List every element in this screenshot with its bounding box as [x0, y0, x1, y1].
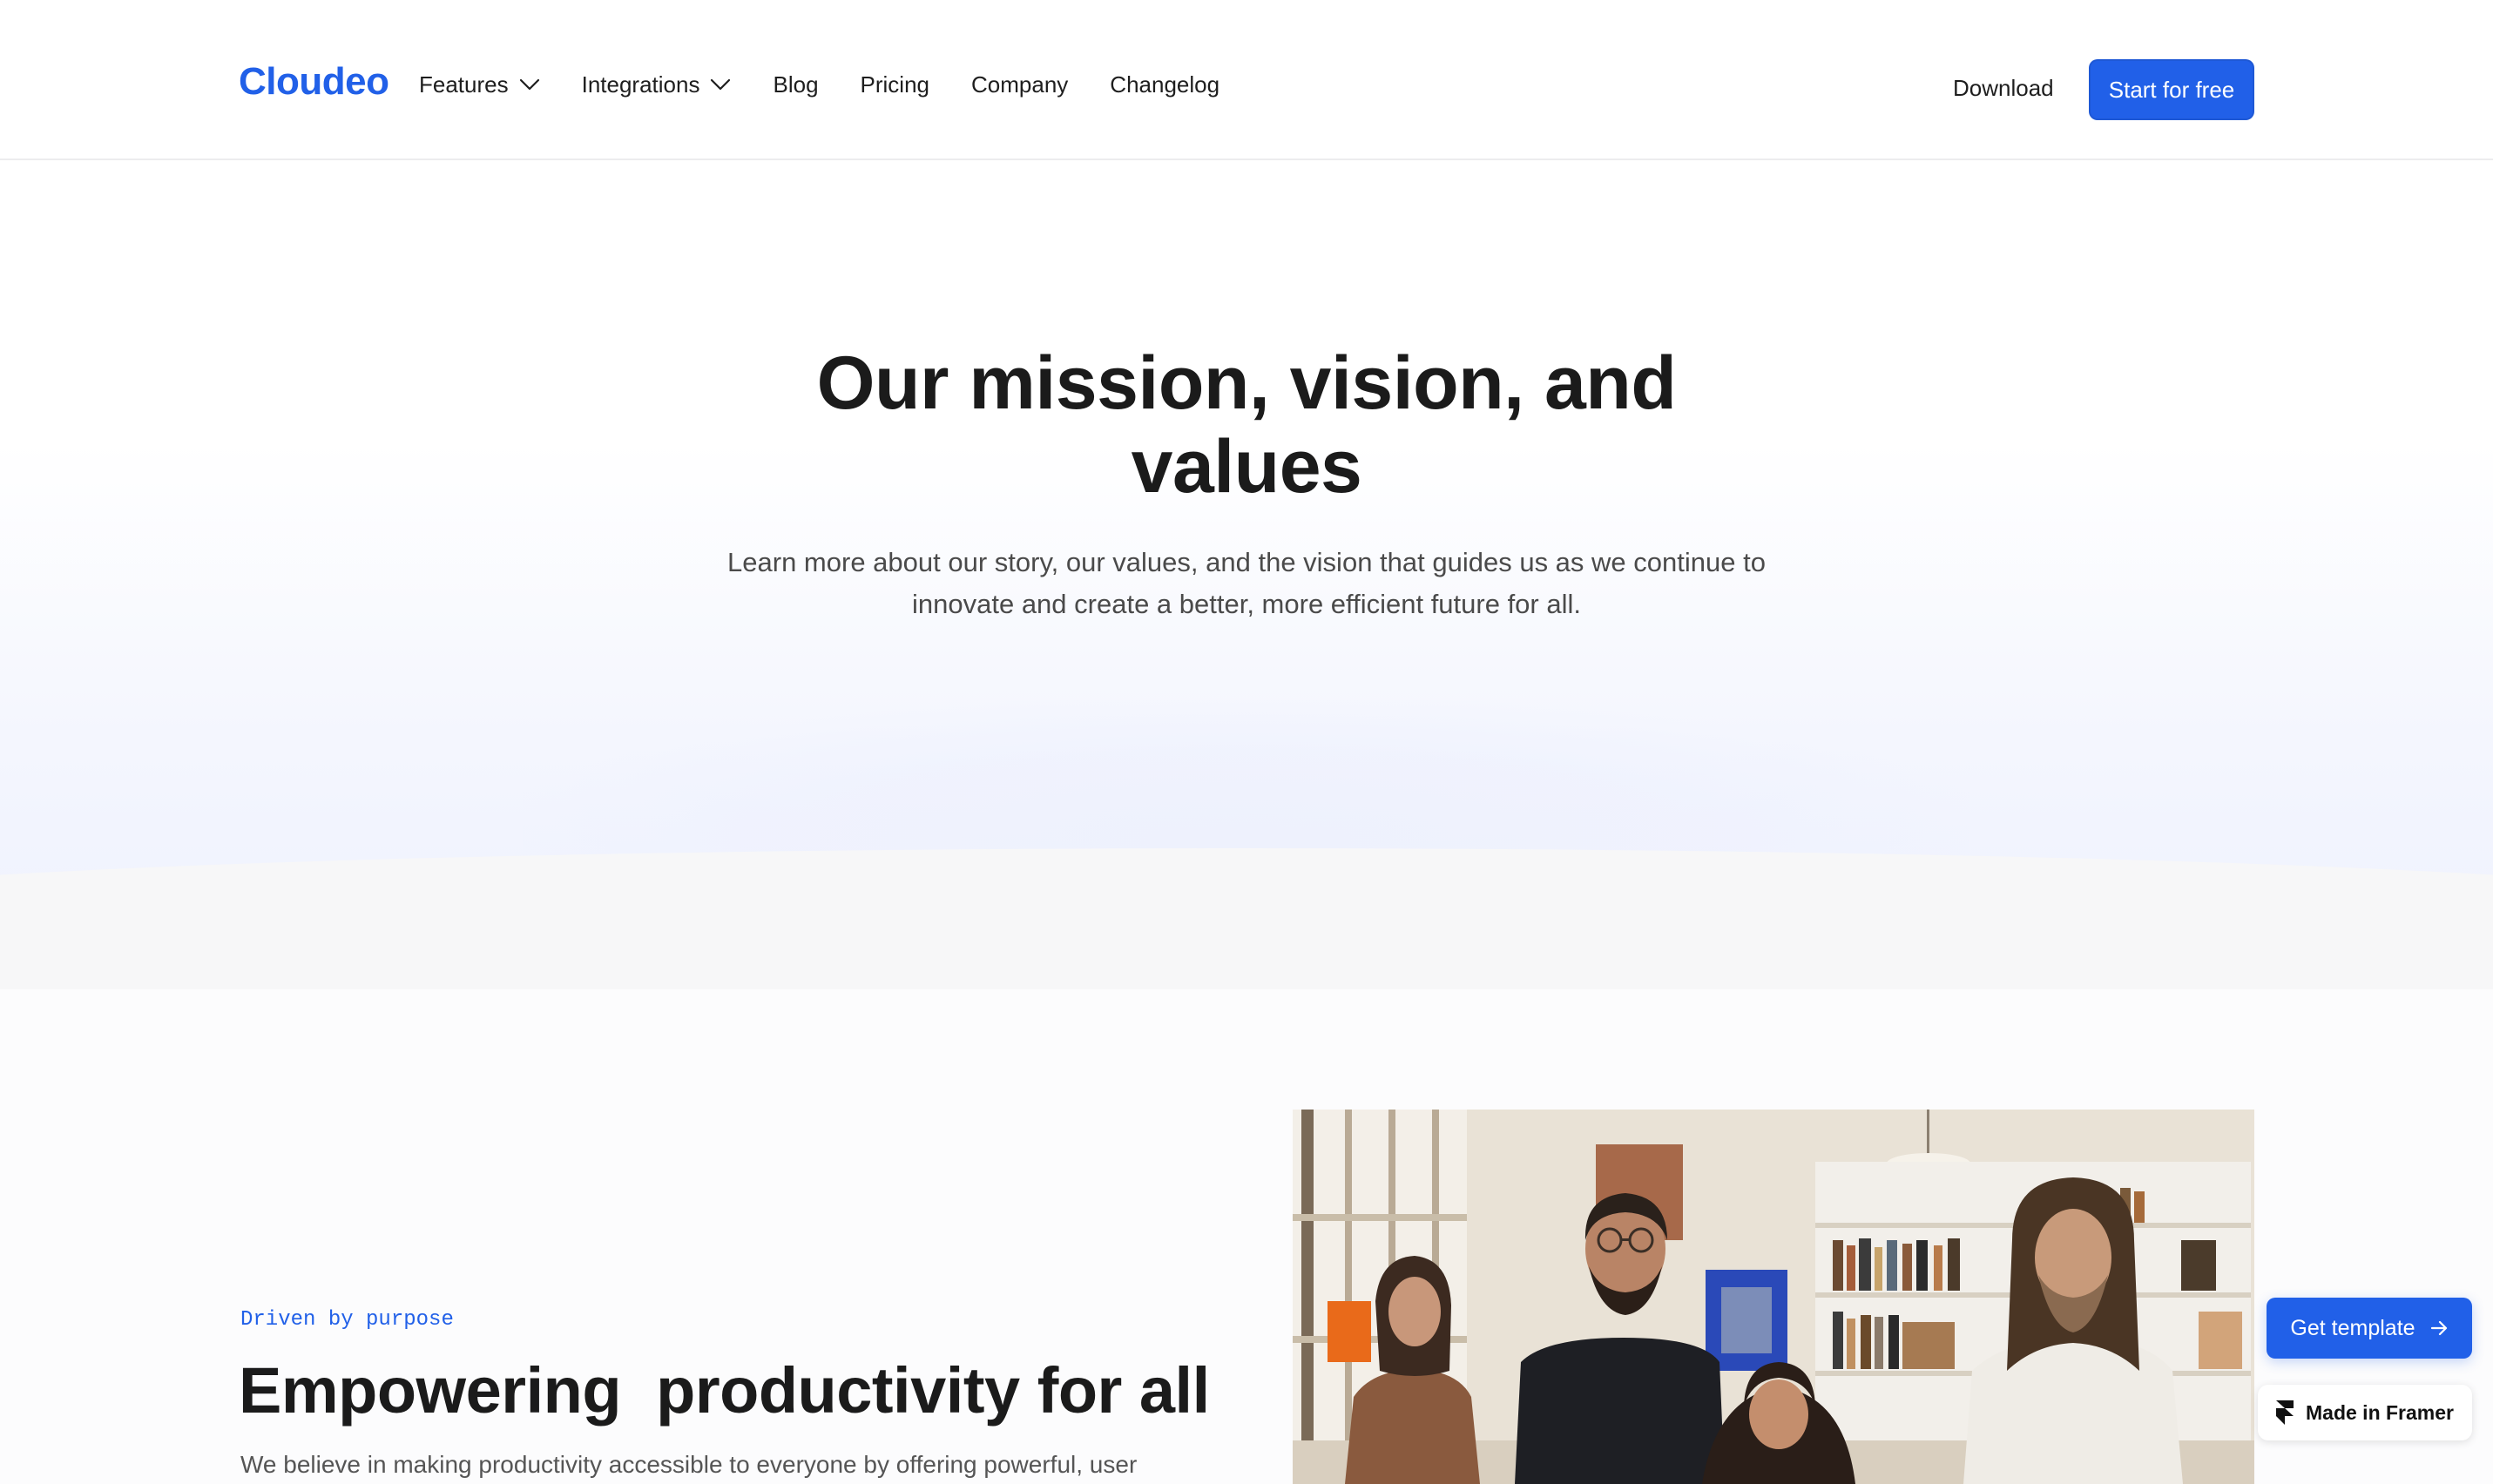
site-header: Cloudeo Features Integrations Blog Prici… [0, 0, 2493, 160]
section-body: We believe in making productivity access… [240, 1451, 1138, 1478]
nav-item-company[interactable]: Company [971, 73, 1068, 96]
hero-section: Our mission, vision, and values Learn mo… [0, 160, 2493, 989]
hero-title: Our mission, vision, and values [816, 341, 1677, 509]
chevron-down-icon [519, 78, 540, 91]
made-in-framer-label: Made in Framer [2306, 1400, 2454, 1424]
purpose-section: Driven by purpose Empowering productivit… [0, 989, 2493, 1484]
nav-item-label: Integrations [581, 71, 700, 98]
nav-item-blog[interactable]: Blog [773, 73, 818, 96]
made-in-framer-badge[interactable]: Made in Framer [2258, 1385, 2472, 1440]
start-for-free-button[interactable]: Start for free [2089, 59, 2254, 120]
nav-item-changelog[interactable]: Changelog [1110, 73, 1219, 96]
hero-subtitle: Learn more about our story, our values, … [727, 547, 1766, 619]
brand-logo[interactable]: Cloudeo [239, 63, 389, 101]
framer-logo-icon [2276, 1400, 2294, 1425]
get-template-label: Get template [2290, 1315, 2415, 1340]
hero-floor-fade [0, 848, 2493, 989]
get-template-button[interactable]: Get template [2267, 1298, 2472, 1359]
section-title: Empowering productivity for all [239, 1354, 1210, 1427]
section-eyebrow: Driven by purpose [240, 1308, 454, 1332]
nav-item-features[interactable]: Features [419, 73, 540, 96]
main-nav: Features Integrations Blog Pricing Compa… [419, 73, 1261, 96]
chevron-down-icon [710, 78, 731, 91]
nav-item-integrations[interactable]: Integrations [582, 73, 732, 96]
team-photo [1293, 1110, 2254, 1484]
team-photo-illustration [1293, 1110, 2254, 1484]
download-link[interactable]: Download [1953, 77, 2054, 99]
arrow-right-icon [2429, 1319, 2449, 1338]
nav-item-label: Features [419, 71, 509, 98]
nav-item-pricing[interactable]: Pricing [861, 73, 929, 96]
